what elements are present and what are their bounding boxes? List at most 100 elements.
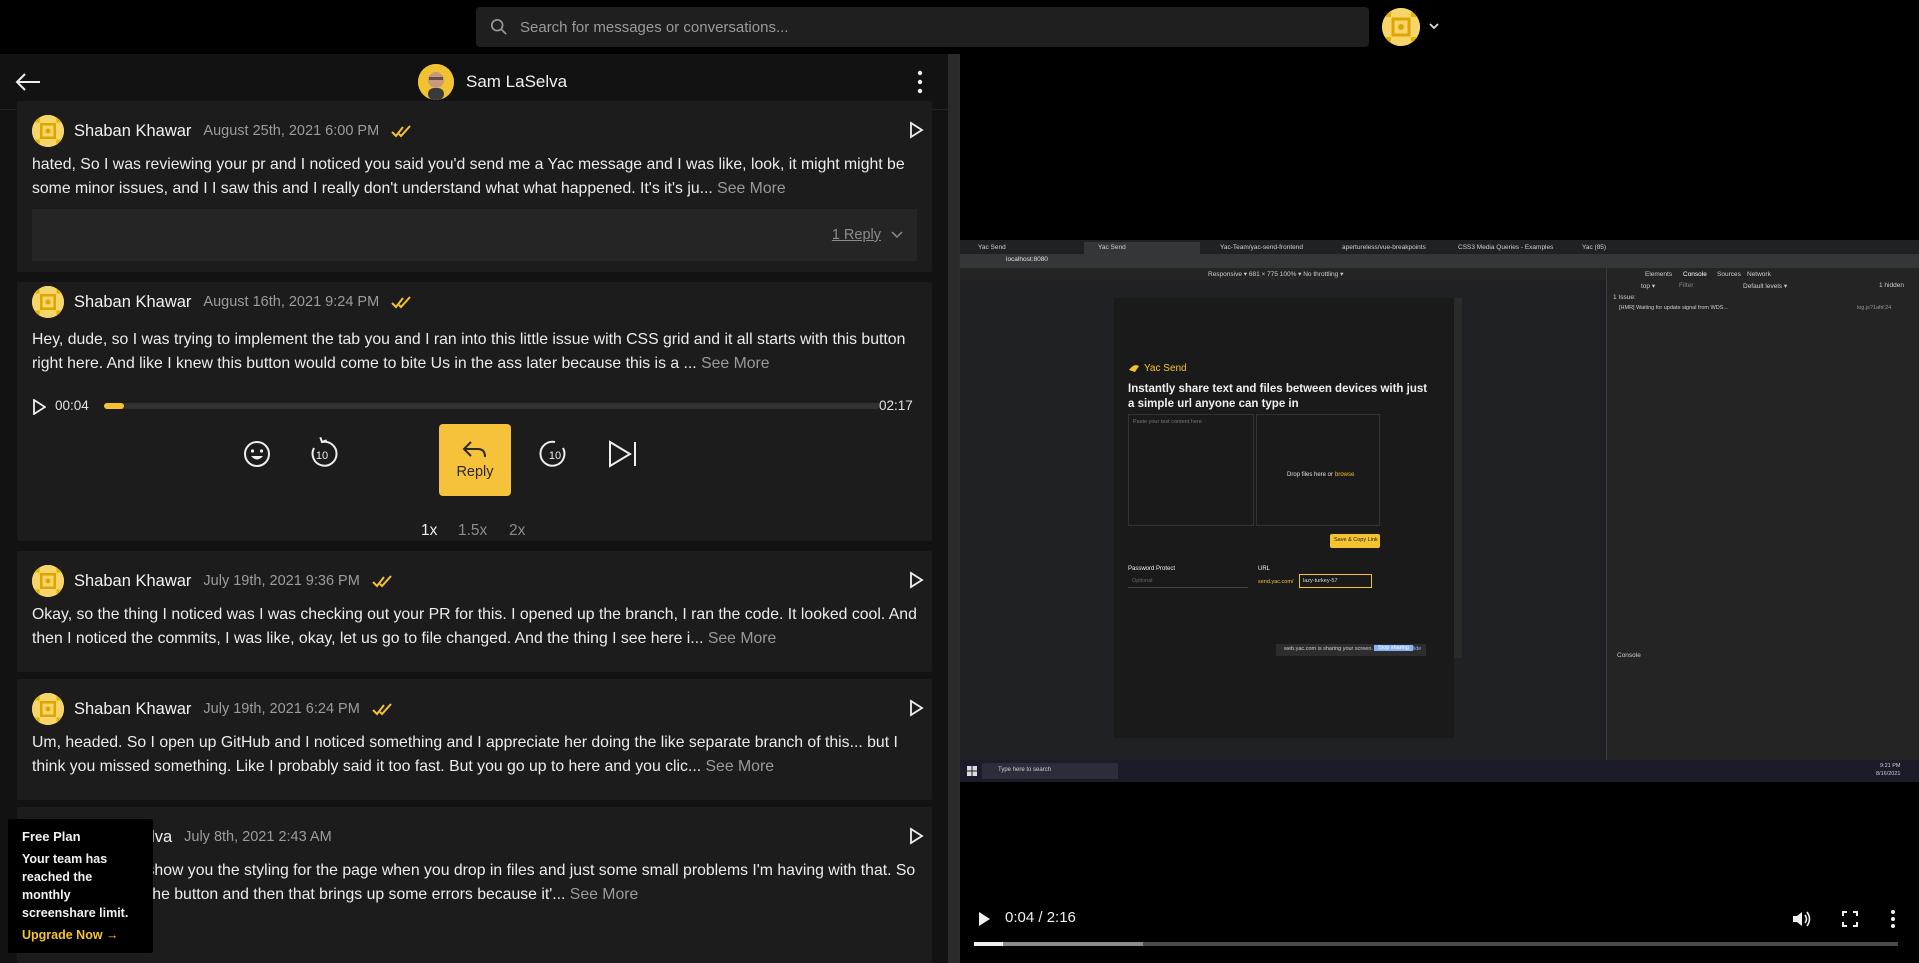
devtools-tab: Network (1747, 271, 1771, 278)
message-body: I'm just going to show you the styling f… (32, 862, 916, 903)
video-time: 0:04 / 2:16 (1005, 909, 1076, 926)
message-date: July 19th, 2021 6:24 PM (203, 701, 360, 717)
avatar-pattern-icon (32, 115, 64, 147)
url-value: lazy-turkey-57 (1303, 578, 1338, 584)
taskbar-clock-time: 9:21 PM (1880, 763, 1901, 769)
search-input[interactable] (520, 18, 1340, 36)
message-card[interactable]: Shaban Khawar July 19th, 2021 6:24 PM Um… (17, 679, 932, 800)
windows-start-icon (967, 766, 977, 776)
see-more-link[interactable]: See More (701, 355, 770, 372)
sharing-text: web.yac.com is sharing your screen. (1284, 646, 1373, 652)
textarea-placeholder: Paste your text content here (1133, 419, 1202, 425)
url-label: URL (1258, 566, 1271, 572)
see-more-link[interactable]: See More (708, 630, 777, 647)
skip-next-icon[interactable] (602, 434, 642, 474)
console-context: top ▾ (1641, 283, 1656, 290)
user-avatar[interactable] (1382, 8, 1420, 46)
taskbar-clock-date: 8/16/2021 (1876, 771, 1901, 777)
taskbar-search-text: Type here to search (998, 767, 1052, 773)
save-copy-label: Save & Copy Link (1334, 537, 1378, 543)
browser-tab: CSS3 Media Queries - Examples (1458, 244, 1554, 251)
text-area-mock: Paste your text content here (1128, 414, 1254, 526)
search-bar[interactable] (476, 7, 1369, 47)
sharing-notice: web.yac.com is sharing your screen. Stop… (1276, 644, 1426, 656)
back-arrow-icon[interactable] (14, 70, 42, 94)
free-plan-title: Free Plan (22, 829, 81, 844)
message-body: Okay, so the thing I noticed was I was c… (32, 606, 917, 647)
player-duration: 02:17 (879, 398, 913, 413)
chevron-down-icon[interactable] (1426, 18, 1442, 34)
thread-reply-bar[interactable]: 1 Reply (32, 209, 917, 261)
video-progress-fill (974, 942, 1003, 946)
play-icon[interactable] (32, 399, 46, 415)
see-more-link[interactable]: See More (570, 886, 639, 903)
free-plan-popup: Free Plan Your team has reached the mont… (8, 819, 153, 953)
player-progress-bar[interactable] (104, 403, 880, 409)
password-field-mock: Optional (1128, 576, 1248, 588)
message-card-active[interactable]: Shaban Khawar August 16th, 2021 9:24 PM … (17, 282, 932, 541)
browser-tab: Yac Send (978, 244, 1006, 251)
message-date: August 25th, 2021 6:00 PM (203, 123, 380, 139)
message-body: Hey, dude, so I was trying to implement … (32, 331, 906, 372)
author-name: Shaban Khawar (74, 699, 192, 718)
console-levels: Default levels ▾ (1743, 283, 1788, 290)
message-text: Um, headed. So I open up GitHub and I no… (32, 731, 927, 779)
placeholder-spacer (435, 434, 475, 474)
upgrade-now-link[interactable]: Upgrade Now → (22, 928, 139, 942)
play-icon[interactable] (908, 571, 924, 589)
more-options-icon[interactable] (910, 68, 930, 96)
play-icon[interactable] (908, 699, 924, 717)
browser-tab: Yac (85) (1582, 244, 1607, 251)
browse-link: browse (1335, 472, 1355, 478)
volume-icon[interactable] (1792, 910, 1812, 928)
scrollbar[interactable] (948, 54, 958, 963)
free-plan-message: Your team has reached the monthly screen… (22, 852, 129, 920)
browser-tab: apertureless/vue-breakpoints (1342, 244, 1426, 251)
devtools-tab: Elements (1645, 271, 1673, 278)
contact-avatar (418, 64, 454, 100)
author-avatar (32, 693, 64, 725)
forward-10-icon[interactable]: 10 (535, 434, 575, 474)
devtools-tab: Sources (1717, 271, 1741, 278)
speed-2x[interactable]: 2x (509, 522, 525, 540)
console-issues: 1 Issue: (1613, 294, 1636, 301)
message-header: Shaban Khawar August 16th, 2021 9:24 PM (32, 286, 413, 318)
top-bar (0, 0, 1919, 54)
browser-url: localhost:8080 (1006, 256, 1048, 263)
double-check-icon (391, 125, 411, 138)
emoji-reaction-icon[interactable] (237, 434, 277, 474)
fullscreen-icon[interactable] (1842, 911, 1858, 927)
play-icon[interactable] (908, 827, 924, 845)
player-current-time: 00:04 (55, 398, 89, 413)
conversation-title[interactable]: Sam LaSelva (418, 64, 567, 100)
person-avatar-icon (418, 64, 454, 100)
password-placeholder: Optional (1132, 578, 1153, 584)
drop-zone-mock: Drop files here or browse (1256, 414, 1380, 526)
message-card[interactable]: Shaban Khawar July 19th, 2021 9:36 PM Ok… (17, 551, 932, 672)
video-frame[interactable]: Yac Send Yac Send Yac-Team/yac-send-fron… (960, 240, 1919, 782)
message-card[interactable]: Shaban Khawar August 25th, 2021 6:00 PM … (17, 101, 932, 272)
author-name: Shaban Khawar (74, 292, 192, 311)
save-copy-button-mock: Save & Copy Link (1330, 534, 1380, 548)
author-avatar (32, 565, 64, 597)
play-icon[interactable] (977, 911, 991, 927)
avatar-pattern-icon (32, 286, 64, 318)
video-progress-bar[interactable] (974, 942, 1898, 946)
rewind-10-icon[interactable]: 10 (302, 434, 342, 474)
more-options-icon[interactable] (1890, 909, 1896, 929)
message-date: July 8th, 2021 2:43 AM (184, 829, 332, 845)
replies-link[interactable]: 1 Reply (832, 227, 881, 243)
see-more-link[interactable]: See More (717, 180, 786, 197)
console-message: [HMR] Waiting for update signal from WDS… (1619, 305, 1728, 311)
speed-1-5x[interactable]: 1.5x (458, 522, 487, 540)
see-more-link[interactable]: See More (706, 758, 775, 775)
device-toolbar-text: Responsive ▾ 681 × 775 100% ▾ No throttl… (1208, 271, 1344, 278)
browser-tab: Yac Send (1084, 242, 1200, 254)
speed-1x[interactable]: 1x (421, 522, 437, 540)
svg-text:10: 10 (316, 450, 328, 462)
chevron-down-icon[interactable] (891, 231, 903, 239)
author-avatar (32, 286, 64, 318)
avatar-pattern-icon (32, 693, 64, 725)
play-icon[interactable] (908, 121, 924, 139)
message-card[interactable]: Sam LaSelva July 8th, 2021 2:43 AM I'm j… (17, 807, 932, 963)
